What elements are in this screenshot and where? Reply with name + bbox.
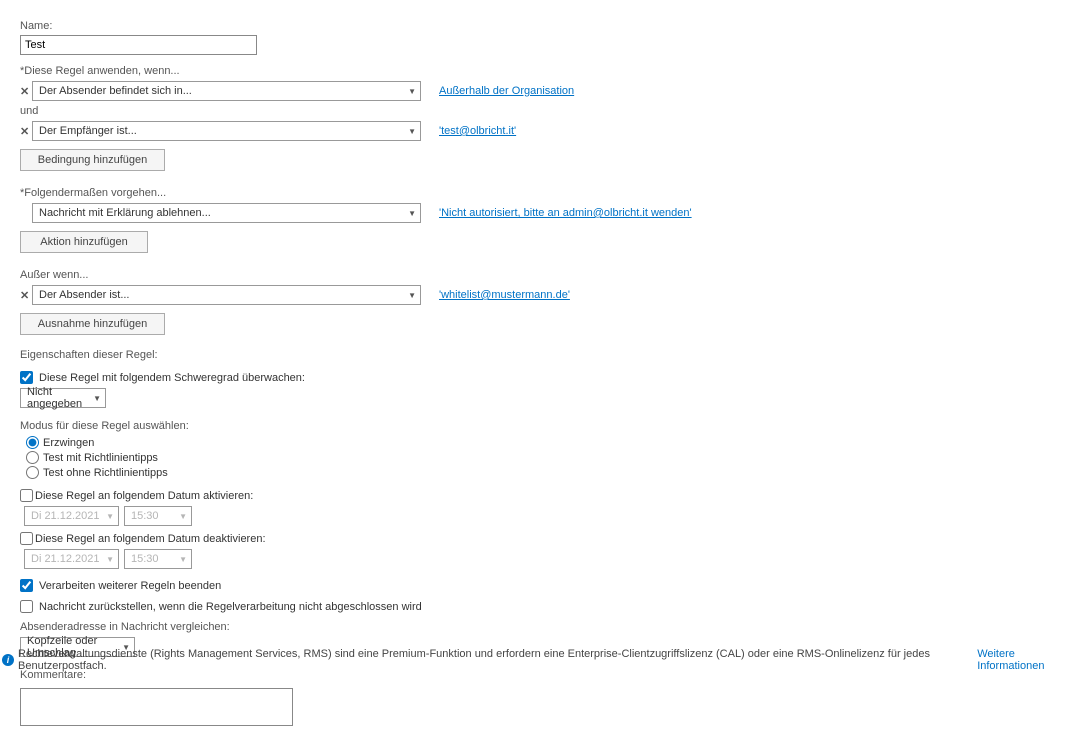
mode-test-notips-label: Test ohne Richtlinientipps <box>43 467 168 479</box>
action1-dropdown[interactable]: Nachricht mit Erklärung ablehnen... ▼ <box>32 203 421 223</box>
chevron-down-icon: ▼ <box>93 394 101 403</box>
do-following-label: *Folgendermaßen vorgehen... <box>20 187 1080 199</box>
comments-textarea[interactable] <box>20 688 293 726</box>
close-icon[interactable]: ✕ <box>20 289 32 302</box>
deactivate-date-label: Diese Regel an folgendem Datum deaktivie… <box>35 533 266 545</box>
name-label: Name: <box>20 20 1080 32</box>
deactivate-date-value: Di 21.12.2021 <box>31 553 100 565</box>
condition1-text: Der Absender befindet sich in... <box>39 85 192 97</box>
name-input[interactable] <box>20 35 257 55</box>
chevron-down-icon: ▼ <box>408 291 416 300</box>
chevron-down-icon: ▼ <box>179 555 187 564</box>
info-icon: i <box>2 654 14 666</box>
action1-value-link[interactable]: 'Nicht autorisiert, bitte an admin@olbri… <box>439 207 692 219</box>
deactivate-date-dropdown[interactable]: Di 21.12.2021 ▼ <box>24 549 119 569</box>
mode-test-tips-label: Test mit Richtlinientipps <box>43 452 158 464</box>
deactivate-time-value: 15:30 <box>131 553 159 565</box>
mode-test-notips-radio[interactable] <box>26 466 39 479</box>
and-label: und <box>20 105 1080 117</box>
chevron-down-icon: ▼ <box>106 555 114 564</box>
except1-text: Der Absender ist... <box>39 289 130 301</box>
apply-rule-label: *Diese Regel anwenden, wenn... <box>20 65 1080 77</box>
except1-value-link[interactable]: 'whitelist@mustermann.de' <box>439 289 570 301</box>
deactivate-date-checkbox[interactable] <box>20 532 33 545</box>
except1-dropdown[interactable]: Der Absender ist... ▼ <box>32 285 421 305</box>
severity-value: Nicht angegeben <box>27 386 93 410</box>
close-icon[interactable]: ✕ <box>20 85 32 98</box>
add-condition-button[interactable]: Bedingung hinzufügen <box>20 149 165 171</box>
condition1-value-link[interactable]: Außerhalb der Organisation <box>439 85 574 97</box>
deactivate-time-dropdown[interactable]: 15:30 ▼ <box>124 549 192 569</box>
monitor-severity-checkbox[interactable] <box>20 371 33 384</box>
condition2-value-link[interactable]: 'test@olbricht.it' <box>439 125 516 137</box>
severity-dropdown[interactable]: Nicht angegeben ▼ <box>20 388 106 408</box>
except-label: Außer wenn... <box>20 269 1080 281</box>
chevron-down-icon: ▼ <box>106 512 114 521</box>
mode-enforce-label: Erzwingen <box>43 437 94 449</box>
add-action-button[interactable]: Aktion hinzufügen <box>20 231 148 253</box>
defer-message-checkbox[interactable] <box>20 600 33 613</box>
activate-date-label: Diese Regel an folgendem Datum aktiviere… <box>35 490 253 502</box>
chevron-down-icon: ▼ <box>408 87 416 96</box>
condition1-dropdown[interactable]: Der Absender befindet sich in... ▼ <box>32 81 421 101</box>
mode-enforce-radio[interactable] <box>26 436 39 449</box>
stop-processing-checkbox[interactable] <box>20 579 33 592</box>
close-icon[interactable]: ✕ <box>20 125 32 138</box>
condition2-dropdown[interactable]: Der Empfänger ist... ▼ <box>32 121 421 141</box>
mode-test-tips-radio[interactable] <box>26 451 39 464</box>
action1-text: Nachricht mit Erklärung ablehnen... <box>39 207 211 219</box>
activate-date-dropdown[interactable]: Di 21.12.2021 ▼ <box>24 506 119 526</box>
monitor-severity-label: Diese Regel mit folgendem Schweregrad üb… <box>39 372 305 384</box>
more-info-link[interactable]: Weitere Informationen <box>977 648 1080 672</box>
stop-processing-label: Verarbeiten weiterer Regeln beenden <box>39 580 221 592</box>
activate-time-dropdown[interactable]: 15:30 ▼ <box>124 506 192 526</box>
add-exception-button[interactable]: Ausnahme hinzufügen <box>20 313 165 335</box>
compare-address-label: Absenderadresse in Nachricht vergleichen… <box>20 621 1080 633</box>
activate-date-value: Di 21.12.2021 <box>31 510 100 522</box>
condition2-text: Der Empfänger ist... <box>39 125 137 137</box>
chevron-down-icon: ▼ <box>408 209 416 218</box>
defer-message-label: Nachricht zurückstellen, wenn die Regelv… <box>39 601 422 613</box>
mode-label: Modus für diese Regel auswählen: <box>20 420 1080 432</box>
chevron-down-icon: ▼ <box>179 512 187 521</box>
properties-header: Eigenschaften dieser Regel: <box>20 349 1080 361</box>
chevron-down-icon: ▼ <box>408 127 416 136</box>
activate-date-checkbox[interactable] <box>20 489 33 502</box>
footer-text: Rechteverwaltungsdienste (Rights Managem… <box>18 648 973 672</box>
activate-time-value: 15:30 <box>131 510 159 522</box>
